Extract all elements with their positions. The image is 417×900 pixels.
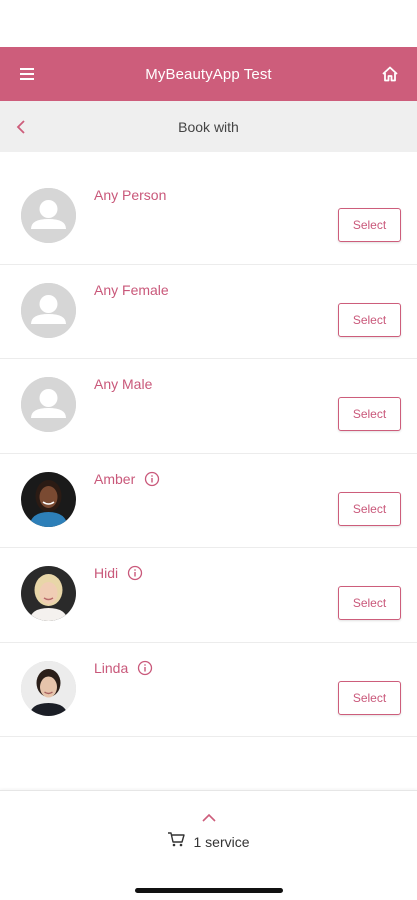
menu-icon[interactable] bbox=[16, 63, 38, 85]
staff-name: Hidi bbox=[94, 565, 119, 581]
list-item[interactable]: Any Female Select bbox=[0, 265, 417, 359]
staff-name: Linda bbox=[94, 659, 129, 676]
avatar-photo bbox=[21, 471, 76, 527]
select-button[interactable]: Select bbox=[338, 397, 401, 431]
staff-name: Amber bbox=[94, 470, 136, 487]
select-button[interactable]: Select bbox=[338, 491, 401, 526]
cart-icon bbox=[167, 831, 186, 852]
avatar-photo bbox=[21, 660, 76, 716]
avatar-placeholder-icon bbox=[21, 188, 76, 243]
select-button[interactable]: Select bbox=[338, 208, 401, 242]
select-button[interactable]: Select bbox=[338, 680, 401, 715]
staff-list: Any Person Select Any Female Select Any … bbox=[0, 170, 417, 737]
home-indicator bbox=[135, 888, 283, 893]
select-button[interactable]: Select bbox=[338, 302, 401, 337]
list-item[interactable]: Linda Select bbox=[0, 643, 417, 737]
cart-summary[interactable]: 1 service bbox=[0, 831, 417, 852]
home-icon[interactable] bbox=[379, 63, 401, 85]
avatar-placeholder-icon bbox=[21, 282, 76, 338]
staff-name: Any Male bbox=[94, 376, 153, 392]
cart-count-label: 1 service bbox=[193, 833, 250, 850]
select-button[interactable]: Select bbox=[338, 586, 401, 620]
list-item[interactable]: Any Male Select bbox=[0, 359, 417, 454]
list-item[interactable]: Amber Select bbox=[0, 454, 417, 548]
list-item[interactable]: Any Person Select bbox=[0, 170, 417, 265]
staff-name: Any Person bbox=[94, 187, 167, 203]
app-title: MyBeautyApp Test bbox=[145, 65, 272, 83]
list-item[interactable]: Hidi Select bbox=[0, 548, 417, 643]
chevron-left-icon[interactable] bbox=[16, 101, 40, 152]
avatar-placeholder-icon bbox=[21, 377, 76, 432]
info-icon[interactable] bbox=[127, 565, 143, 581]
info-icon[interactable] bbox=[144, 471, 160, 487]
page-title: Book with bbox=[178, 118, 239, 135]
info-icon[interactable] bbox=[137, 660, 153, 676]
staff-name: Any Female bbox=[94, 281, 169, 298]
chevron-up-icon[interactable] bbox=[200, 811, 218, 823]
cart-footer[interactable]: 1 service bbox=[0, 790, 417, 900]
subheader: Book with bbox=[0, 101, 417, 152]
status-bar-area bbox=[0, 0, 417, 47]
app-header: MyBeautyApp Test bbox=[0, 47, 417, 101]
avatar-photo bbox=[21, 566, 76, 621]
